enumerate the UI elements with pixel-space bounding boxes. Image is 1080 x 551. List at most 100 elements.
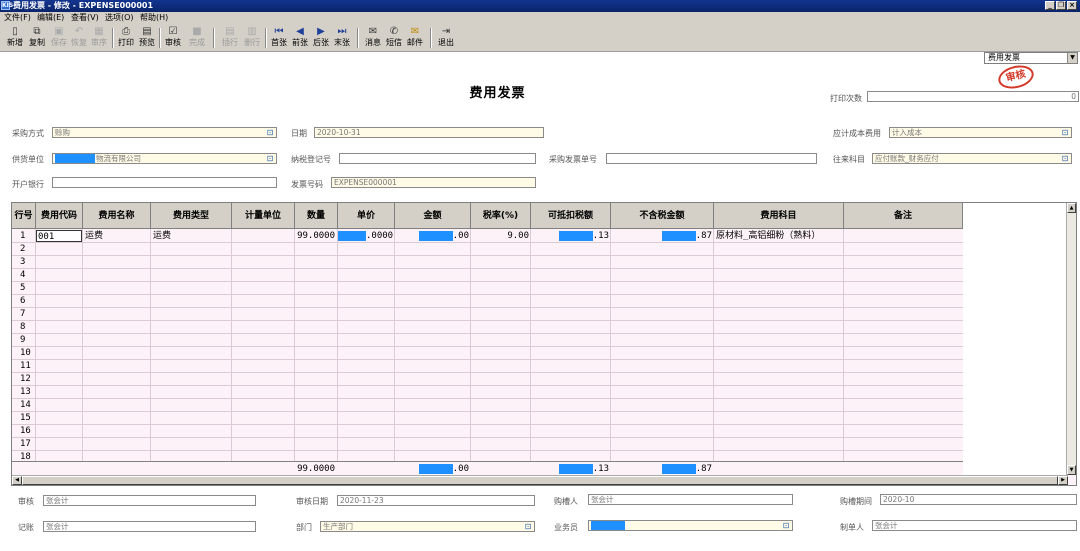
col-header-deductible[interactable]: 可抵扣税额 (531, 203, 611, 229)
close-button[interactable]: × (1067, 1, 1077, 10)
restore-button[interactable]: ❐ (1056, 1, 1066, 10)
toolbar: ▯ 新增 ⧉ 复制 ▣ 保存 ↶ 恢复 ▦ 审序 ⎙ 打印 ▤ 预览 ☑ 审核 ■ 完成 ▤ 插行 … (0, 24, 1080, 64)
col-header-unit[interactable]: 计量单位 (232, 203, 295, 229)
review-date-label: 审核日期 (296, 497, 328, 506)
menu-help[interactable]: 帮助(H) (140, 12, 168, 24)
col-header-price[interactable]: 单价 (338, 203, 395, 229)
col-header-code[interactable]: 费用代码 (36, 203, 83, 229)
contact-account-field[interactable]: 应付账款_财务应付 ⊡ (872, 153, 1072, 164)
grid-row-line (12, 346, 963, 347)
copy-icon: ⧉ (33, 26, 41, 37)
doc-type-select[interactable]: 费用发票 ▼ (984, 52, 1078, 64)
grid-col-line (843, 229, 844, 475)
scroll-left-icon[interactable]: ◀ (12, 476, 22, 485)
invoice-no-field[interactable]: EXPENSE000001 (331, 177, 536, 188)
lookup-icon[interactable]: ⊡ (781, 521, 791, 530)
supplier-field[interactable]: 物流有限公司 ⊡ (52, 153, 277, 164)
purchaser-field[interactable]: 张会计 (588, 494, 793, 505)
insert-row-button[interactable]: ▤ 插行 (219, 26, 241, 51)
period-field[interactable]: 2020-10 (880, 494, 1077, 505)
grid-row-line (12, 424, 963, 425)
audit-icon: ☑ (168, 26, 178, 37)
row-number: 4 (20, 270, 26, 280)
sequence-button[interactable]: ▦ 审序 (88, 26, 110, 51)
col-header-amount[interactable]: 金额 (395, 203, 471, 229)
minimize-button[interactable]: _ (1045, 1, 1055, 10)
menu-file[interactable]: 文件(F) (4, 12, 31, 24)
audit-button[interactable]: ☑ 审核 (162, 26, 184, 51)
cell-net[interactable]: .87 (611, 230, 712, 242)
col-header-tax-rate[interactable]: 税率(%) (471, 203, 531, 229)
cell-type[interactable]: 运费 (153, 230, 231, 242)
scroll-thumb[interactable] (22, 476, 1058, 485)
total-deductible: .13 (531, 463, 609, 475)
col-header-subject[interactable]: 费用科目 (714, 203, 844, 229)
cell-amount[interactable]: .00 (395, 230, 469, 242)
cell-code[interactable]: 001 (36, 230, 82, 242)
scroll-down-icon[interactable]: ▼ (1067, 465, 1076, 475)
salesman-field[interactable]: ⊡ (588, 520, 793, 531)
last-button[interactable]: ⏭ 末张 (331, 26, 353, 51)
total-qty: 99.0000 (297, 464, 335, 474)
bookkeeper-field[interactable]: 张会计 (43, 521, 256, 532)
lookup-icon[interactable]: ⊡ (265, 128, 275, 137)
expense-grid[interactable]: 行号 费用代码 费用名称 费用类型 计量单位 数量 单价 金额 税率(%) 可抵… (11, 202, 1077, 486)
scroll-up-icon[interactable]: ▲ (1067, 203, 1076, 213)
copy-button[interactable]: ⧉ 复制 (26, 26, 48, 51)
toolbar-separator (213, 28, 215, 48)
col-header-net[interactable]: 不含税金额 (611, 203, 714, 229)
row-number: 1 (20, 231, 26, 241)
mail-button[interactable]: ✉ 邮件 (404, 26, 426, 51)
menu-view[interactable]: 查看(V) (71, 12, 99, 24)
grid-col-line (337, 229, 338, 475)
app-icon: KIS (1, 1, 14, 10)
preview-button[interactable]: ▤ 预览 (136, 26, 158, 51)
horizontal-scrollbar[interactable]: ◀ ▶ (12, 475, 1068, 485)
finish-button[interactable]: ■ 完成 (186, 26, 208, 51)
date-field[interactable]: 2020-10-31 (314, 127, 544, 138)
cost-account-field[interactable]: 计入成本 ⊡ (889, 127, 1072, 138)
delete-row-button[interactable]: ▥ 删行 (241, 26, 263, 51)
new-button[interactable]: ▯ 新增 (4, 26, 26, 51)
reviewer-field[interactable]: 张会计 (43, 495, 256, 506)
col-header-line-no[interactable]: 行号 (12, 203, 36, 229)
grid-row-line (12, 385, 963, 386)
chevron-down-icon[interactable]: ▼ (1067, 53, 1077, 63)
maker-field[interactable]: 张会计 (872, 520, 1077, 531)
cell-deductible[interactable]: .13 (531, 230, 609, 242)
toolbar-separator (430, 28, 432, 48)
col-header-name[interactable]: 费用名称 (83, 203, 151, 229)
cell-qty[interactable]: 99.0000 (295, 230, 335, 242)
menu-edit[interactable]: 编辑(E) (37, 12, 64, 24)
grid-blank-area (963, 203, 1068, 475)
grid-col-line (610, 229, 611, 475)
cell-tax-rate[interactable]: 9.00 (471, 230, 529, 242)
tax-reg-field[interactable] (339, 153, 536, 164)
print-count-field[interactable]: 0 (867, 91, 1079, 102)
review-date-field[interactable]: 2020-11-23 (337, 495, 535, 506)
redacted-mask (338, 230, 366, 241)
cell-subject[interactable]: 原材料_高铝细粉（熟料） (716, 230, 843, 242)
bank-field[interactable] (52, 177, 277, 188)
grid-row-line (12, 307, 963, 308)
exit-button[interactable]: ⇥ 退出 (435, 26, 457, 51)
lookup-icon[interactable]: ⊡ (265, 154, 275, 163)
cell-price[interactable]: .0000 (338, 230, 393, 242)
col-header-remark[interactable]: 备注 (844, 203, 963, 229)
menu-options[interactable]: 选项(O) (105, 12, 134, 24)
redacted-mask (55, 154, 95, 163)
grid-row-line (12, 437, 963, 438)
lookup-icon[interactable]: ⊡ (1060, 128, 1070, 137)
dept-field[interactable]: 生产部门 ⊡ (320, 521, 535, 532)
lookup-icon[interactable]: ⊡ (523, 522, 533, 531)
purchase-method-field[interactable]: 赊购 ⊡ (52, 127, 277, 138)
purchase-invoice-field[interactable] (606, 153, 817, 164)
scroll-right-icon[interactable]: ▶ (1058, 476, 1068, 485)
col-header-type[interactable]: 费用类型 (151, 203, 232, 229)
grid-row-line (12, 294, 963, 295)
vertical-scrollbar[interactable]: ▲ ▼ (1066, 203, 1076, 475)
grid-col-line (150, 229, 151, 475)
cell-name[interactable]: 运费 (85, 230, 149, 242)
lookup-icon[interactable]: ⊡ (1060, 154, 1070, 163)
col-header-qty[interactable]: 数量 (295, 203, 338, 229)
